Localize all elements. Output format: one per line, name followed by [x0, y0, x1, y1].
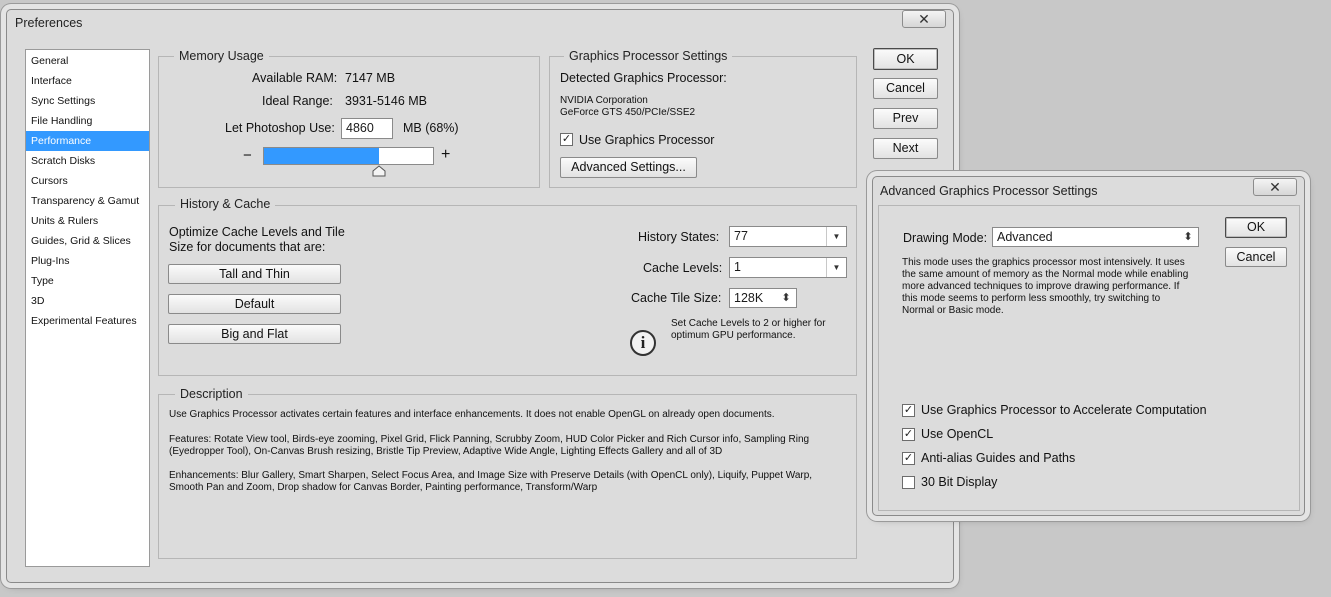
ok-button[interactable]: OK [1225, 217, 1287, 238]
description-enhancements-line1: Enhancements: Blur Gallery, Smart Sharpe… [169, 470, 813, 481]
drawing-mode-label: Drawing Mode: [903, 231, 988, 245]
category-item-type[interactable]: Type [26, 271, 149, 291]
memory-usage-legend: Memory Usage [174, 49, 269, 63]
category-item-interface[interactable]: Interface [26, 71, 149, 91]
advanced-option-label: Anti-alias Guides and Paths [921, 451, 1076, 465]
category-item-cursors[interactable]: Cursors [26, 171, 149, 191]
category-item-guides-grid-slices[interactable]: Guides, Grid & Slices [26, 231, 149, 251]
drawing-mode-value: Advanced [997, 230, 1053, 244]
check-icon: ✓ [561, 133, 572, 145]
check-icon: ✓ [903, 452, 914, 464]
chevron-down-icon[interactable]: ▼ [826, 227, 846, 246]
history-states-label: History States: [638, 230, 720, 244]
description-features-line2: (Eyedropper Tool), On-Canvas Brush resiz… [169, 446, 723, 457]
mode-description-line: more advanced techniques to improve draw… [902, 281, 1180, 292]
slider-plus-icon[interactable]: + [441, 146, 450, 164]
category-item-3d[interactable]: 3D [26, 291, 149, 311]
slider-minus-icon[interactable]: − [243, 147, 252, 164]
ideal-range-label: Ideal Range: [262, 94, 333, 108]
prev-button[interactable]: Prev [873, 108, 938, 129]
advanced-gpu-dialog: Advanced Graphics Processor Settings ✕ D… [872, 176, 1305, 516]
memory-slider-thumb[interactable] [372, 165, 386, 177]
let-photoshop-use-label: Let Photoshop Use: [225, 121, 335, 135]
ok-button[interactable]: OK [873, 48, 938, 70]
available-ram-label: Available RAM: [252, 71, 338, 85]
history-cache-legend: History & Cache [175, 197, 276, 211]
preferences-dialog: Preferences ✕ General Interface Sync Setti… [6, 9, 954, 583]
description-legend: Description [175, 387, 248, 401]
category-item-units-rulers[interactable]: Units & Rulers [26, 211, 149, 231]
info-icon: i [630, 330, 656, 356]
advanced-option-label: 30 Bit Display [921, 475, 998, 489]
description-features-line1: Features: Rotate View tool, Birds-eye zo… [169, 434, 810, 445]
cache-tile-size-label: Cache Tile Size: [631, 291, 722, 305]
cache-hint-line1: Set Cache Levels to 2 or higher for [671, 318, 826, 329]
close-button[interactable]: ✕ [1253, 178, 1297, 196]
close-button[interactable]: ✕ [902, 10, 946, 28]
check-icon: ✓ [903, 404, 914, 416]
tall-and-thin-button[interactable]: Tall and Thin [168, 264, 341, 284]
history-states-field[interactable]: 77 ▼ [729, 226, 847, 247]
memory-percent-label: MB (68%) [403, 121, 459, 135]
drawing-mode-select[interactable]: Advanced ⬍ [992, 227, 1199, 247]
gpu-model: GeForce GTS 450/PCIe/SSE2 [560, 107, 696, 118]
close-icon: ✕ [918, 11, 930, 27]
check-icon: ✓ [903, 428, 914, 440]
default-button[interactable]: Default [168, 294, 341, 314]
advanced-option-checkbox[interactable]: ✓ [902, 404, 915, 417]
mode-description-line: this mode seems to perform less smoothly… [902, 293, 1161, 304]
advanced-option-label: Use OpenCL [921, 427, 994, 441]
gpu-vendor: NVIDIA Corporation [560, 95, 648, 106]
use-gpu-label: Use Graphics Processor [579, 133, 715, 147]
category-item-experimental-features[interactable]: Experimental Features [26, 311, 149, 331]
category-item-scratch-disks[interactable]: Scratch Disks [26, 151, 149, 171]
memory-slider-fill [264, 148, 379, 164]
category-item-sync-settings[interactable]: Sync Settings [26, 91, 149, 111]
available-ram-value: 7147 MB [345, 71, 396, 85]
advanced-option-label: Use Graphics Processor to Accelerate Com… [921, 403, 1207, 417]
category-item-performance[interactable]: Performance [26, 131, 149, 151]
memory-slider[interactable] [263, 147, 434, 165]
cache-hint-line2: optimum GPU performance. [671, 330, 796, 341]
cache-levels-field[interactable]: 1 ▼ [729, 257, 847, 278]
use-gpu-checkbox[interactable]: ✓ [560, 133, 573, 146]
gpu-settings-legend: Graphics Processor Settings [564, 49, 733, 63]
cache-levels-label: Cache Levels: [643, 261, 723, 275]
category-item-transparency-gamut[interactable]: Transparency & Gamut [26, 191, 149, 211]
category-list: General Interface Sync Settings File Handli… [25, 49, 150, 567]
ideal-range-value: 3931-5146 MB [345, 94, 428, 108]
history-states-value: 77 [734, 229, 748, 243]
category-item-plug-ins[interactable]: Plug-Ins [26, 251, 149, 271]
mode-description-line: Normal or Basic mode. [902, 305, 1004, 316]
spin-arrows-icon: ⬍ [781, 292, 791, 304]
memory-amount-input[interactable]: 4860 [341, 118, 393, 139]
advanced-gpu-title: Advanced Graphics Processor Settings [880, 184, 1098, 198]
description-paragraph-1: Use Graphics Processor activates certain… [169, 409, 775, 420]
advanced-option-checkbox[interactable]: ✓ [902, 452, 915, 465]
next-button[interactable]: Next [873, 138, 938, 159]
cancel-button[interactable]: Cancel [1225, 247, 1287, 267]
mode-description-line: the same amount of memory as the Normal … [902, 269, 1189, 280]
preferences-title: Preferences [15, 16, 83, 30]
cache-levels-value: 1 [734, 260, 741, 274]
close-icon: ✕ [1269, 179, 1281, 195]
advanced-option-checkbox[interactable] [902, 476, 915, 489]
mode-description-line: This mode uses the graphics processor mo… [902, 257, 1185, 268]
cache-tile-size-select[interactable]: 128K ⬍ [729, 288, 797, 308]
big-and-flat-button[interactable]: Big and Flat [168, 324, 341, 344]
category-item-general[interactable]: General [26, 51, 149, 71]
optimize-text-line2: Size for documents that are: [169, 240, 326, 254]
category-item-file-handling[interactable]: File Handling [26, 111, 149, 131]
advanced-option-checkbox[interactable]: ✓ [902, 428, 915, 441]
cache-tile-size-value: 128K [734, 291, 764, 305]
chevron-down-icon[interactable]: ▼ [826, 258, 846, 277]
cancel-button[interactable]: Cancel [873, 78, 938, 99]
description-enhancements-line2: Smooth Pan and Zoom, Drop shadow for Can… [169, 482, 598, 493]
optimize-text-line1: Optimize Cache Levels and Tile [169, 225, 345, 239]
drawing-mode-description: This mode uses the graphics processor mo… [902, 257, 1188, 317]
advanced-settings-button[interactable]: Advanced Settings... [560, 157, 697, 178]
detected-gpu-label: Detected Graphics Processor: [560, 71, 727, 85]
spin-arrows-icon: ⬍ [1183, 231, 1193, 243]
